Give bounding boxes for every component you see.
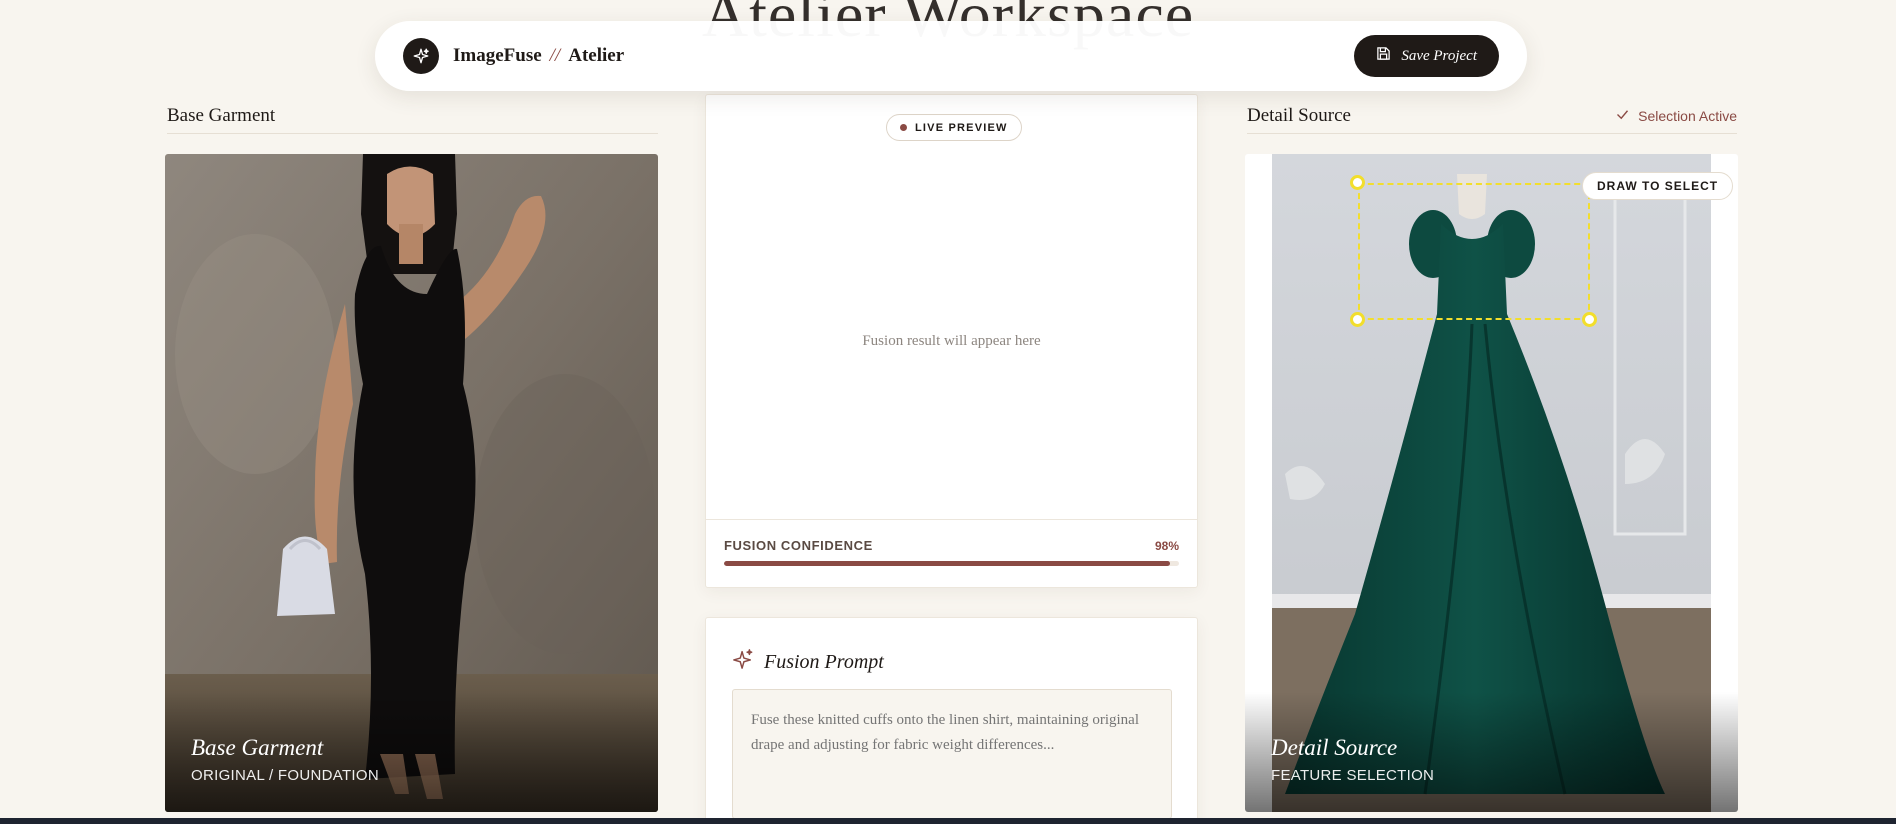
selection-rectangle[interactable] bbox=[1358, 183, 1590, 320]
selection-handle-top-left[interactable] bbox=[1350, 175, 1365, 190]
sparkle-icon bbox=[732, 648, 754, 676]
detail-source-caption-sub: FEATURE SELECTION bbox=[1271, 767, 1435, 784]
live-preview-label: LIVE PREVIEW bbox=[915, 121, 1008, 134]
fusion-preview-card: LIVE PREVIEW Fusion result will appear h… bbox=[705, 94, 1198, 588]
save-project-label: Save Project bbox=[1401, 47, 1477, 64]
base-garment-caption: Base Garment ORIGINAL / FOUNDATION bbox=[165, 692, 658, 812]
confidence-value: 98% bbox=[1154, 538, 1179, 553]
detail-source-title: Detail Source bbox=[1247, 104, 1351, 126]
detail-source-caption: Detail Source FEATURE SELECTION bbox=[1245, 692, 1738, 812]
base-garment-header: Base Garment bbox=[167, 98, 658, 134]
detail-source-header: Detail Source Selection Active bbox=[1247, 98, 1737, 134]
detail-source-caption-title: Detail Source bbox=[1271, 735, 1398, 760]
draw-to-select-badge[interactable]: DRAW TO SELECT bbox=[1582, 172, 1734, 200]
base-garment-title: Base Garment bbox=[167, 104, 276, 126]
fusion-confidence: FUSION CONFIDENCE 98% bbox=[706, 519, 1197, 587]
save-icon bbox=[1376, 46, 1391, 66]
confidence-bar bbox=[724, 561, 1170, 566]
confidence-track bbox=[724, 561, 1179, 566]
live-dot-icon bbox=[900, 124, 907, 131]
selection-status: Selection Active bbox=[1615, 107, 1737, 125]
fusion-placeholder: Fusion result will appear here bbox=[862, 333, 1041, 349]
fusion-prompt-title: Fusion Prompt bbox=[764, 650, 884, 673]
base-garment-caption-sub: ORIGINAL / FOUNDATION bbox=[191, 767, 379, 784]
fusion-prompt-header: Fusion Prompt bbox=[732, 648, 884, 676]
brand-separator: // bbox=[549, 45, 561, 66]
live-preview-badge: LIVE PREVIEW bbox=[886, 114, 1022, 141]
bottom-edge bbox=[0, 818, 1896, 824]
sparkle-icon bbox=[403, 38, 439, 74]
fusion-prompt-input[interactable] bbox=[732, 689, 1172, 819]
selection-handle-bottom-left[interactable] bbox=[1350, 312, 1365, 327]
selection-status-label: Selection Active bbox=[1638, 107, 1737, 124]
brand-subtitle: Atelier bbox=[568, 45, 625, 66]
save-project-button[interactable]: Save Project bbox=[1354, 35, 1499, 77]
selection-handle-bottom-right[interactable] bbox=[1582, 312, 1597, 327]
top-nav: ImageFuse // Atelier Save Project bbox=[375, 21, 1527, 91]
base-garment-caption-title: Base Garment bbox=[191, 735, 324, 760]
fusion-prompt-card: Fusion Prompt bbox=[705, 617, 1198, 824]
confidence-label: FUSION CONFIDENCE bbox=[724, 538, 873, 553]
base-garment-image[interactable]: Base Garment ORIGINAL / FOUNDATION bbox=[165, 154, 658, 812]
brand-name: ImageFuse bbox=[453, 45, 542, 66]
check-icon bbox=[1615, 107, 1630, 125]
